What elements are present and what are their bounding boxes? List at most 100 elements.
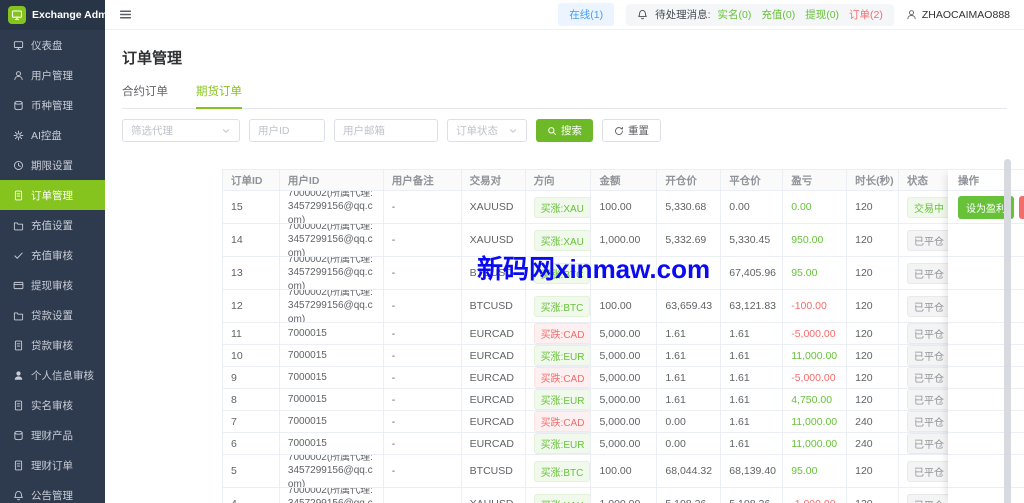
sidebar-item-label: 期限设置 xyxy=(31,159,73,172)
user-menu[interactable]: ZHAOCAIMAO888 xyxy=(906,9,1010,21)
filter-bar: 筛选代理 订单状态 搜索 重置 xyxy=(122,119,1024,142)
cell-amount: 100.00 xyxy=(591,455,658,487)
cell-status: 已平仓 xyxy=(899,455,949,487)
cell-pair: BTCUSD xyxy=(462,290,526,322)
cell-open-price: 5,330.68 xyxy=(657,191,722,223)
cell-close-price: 63,121.83 xyxy=(721,290,784,322)
cell-user-id: 7000015 xyxy=(280,345,384,366)
cell-pair: EURCAD xyxy=(462,323,526,344)
check-icon xyxy=(14,252,23,259)
cell-user-id: 7000002(所属代理:3457299156@qq.com) xyxy=(280,257,384,289)
message-count-recharge[interactable]: 充值(0) xyxy=(761,7,795,22)
order-row: 47000002(所属代理:3457299156@qq.com)-XAUUSD 买… xyxy=(223,488,949,503)
cell-close-price: 1.61 xyxy=(721,345,784,366)
sidebar-item-ai-control[interactable]: AI控盘 xyxy=(0,120,105,150)
sidebar-item-wealth-products[interactable]: 理财产品 xyxy=(0,420,105,450)
order-status-placeholder: 订单状态 xyxy=(456,125,498,137)
direction-badge: 买跌:CAD xyxy=(533,367,591,388)
sidebar-item-recharge-audit[interactable]: 充值审核 xyxy=(0,240,105,270)
sidebar-item-orders[interactable]: 订单管理 xyxy=(0,180,105,210)
operation-cell xyxy=(948,290,1024,323)
sidebar-item-dashboard[interactable]: 仪表盘 xyxy=(0,30,105,60)
folder-icon xyxy=(13,311,24,320)
sidebar-item-coins[interactable]: 币种管理 xyxy=(0,90,105,120)
cell-pnl: 0.00 xyxy=(783,191,848,223)
cell-order-id: 13 xyxy=(223,257,280,289)
online-badge[interactable]: 在线(1) xyxy=(558,3,615,26)
sidebar-item-announcements[interactable]: 公告管理 xyxy=(0,480,105,503)
user-icon xyxy=(14,70,23,80)
cell-amount: 5,000.00 xyxy=(591,367,658,388)
status-badge: 已平仓 xyxy=(907,345,948,366)
set-loss-button[interactable]: 设为亏损 xyxy=(1019,195,1024,219)
cell-user-note: - xyxy=(384,191,462,223)
person-filled-icon xyxy=(14,370,23,380)
topbar-right: 在线(1) 待处理消息: 实名(0) 充值(0) 提现(0) 订单(2) ZHAOCA… xyxy=(558,3,1010,26)
status-badge: 已平仓 xyxy=(907,411,948,432)
cell-user-id: 7000002(所属代理:3457299156@qq.com) xyxy=(280,290,384,322)
sidebar-menu: 仪表盘 用户管理 币种管理 AI控盘期限设置订单管理充值设置 充值审核 提现审核 贷款设置贷… xyxy=(0,30,105,503)
user-email-input[interactable] xyxy=(334,119,438,142)
reset-button-label: 重置 xyxy=(628,125,649,137)
status-badge: 已平仓 xyxy=(907,367,948,388)
search-icon xyxy=(548,126,556,135)
cell-close-price: 1.61 xyxy=(721,433,784,454)
tab-futures-orders[interactable]: 期货订单 xyxy=(196,83,242,109)
cell-user-note: - xyxy=(384,345,462,366)
table-scrollbar[interactable] xyxy=(1004,159,1011,503)
sidebar-item-loan-settings[interactable]: 贷款设置 xyxy=(0,300,105,330)
reset-button[interactable]: 重置 xyxy=(602,119,661,142)
search-button[interactable]: 搜索 xyxy=(536,119,593,142)
cell-pair: EURCAD xyxy=(462,389,526,410)
cell-order-id: 11 xyxy=(223,323,280,344)
sidebar-item-recharge-settings[interactable]: 充值设置 xyxy=(0,210,105,240)
cell-user-id: 7000002(所属代理:3457299156@qq.com) xyxy=(280,488,384,503)
cell-user-note: - xyxy=(384,389,462,410)
cell-status: 已平仓 xyxy=(899,323,949,344)
cell-pnl: 950.00 xyxy=(783,224,848,256)
cell-close-price: 0.00 xyxy=(721,191,784,223)
operation-cell xyxy=(948,455,1024,488)
cell-order-id: 8 xyxy=(223,389,280,410)
direction-badge: 买涨:EUR xyxy=(533,345,591,366)
tab-contract-orders[interactable]: 合约订单 xyxy=(122,83,168,108)
cell-duration: 120 xyxy=(847,367,900,388)
cell-pnl: -5,000.00 xyxy=(783,367,848,388)
order-status-select[interactable]: 订单状态 xyxy=(447,119,527,142)
order-row: 11 7000015- EURCAD 买跌:CAD 5,000.00 1.61 1.61 -5… xyxy=(223,323,949,345)
direction-badge: 买涨:BTC xyxy=(533,460,591,482)
cell-direction: 买涨:EUR xyxy=(526,389,592,410)
sidebar-item-wealth-orders[interactable]: 理财订单 xyxy=(0,450,105,480)
direction-badge: 买涨:EUR xyxy=(533,389,591,410)
sidebar-item-profile-audit[interactable]: 个人信息审核 xyxy=(0,360,105,390)
cell-user-note: - xyxy=(384,323,462,344)
cell-direction: 买跌:CAD xyxy=(526,367,592,388)
sidebar-item-withdraw-audit[interactable]: 提现审核 xyxy=(0,270,105,300)
user-id-input[interactable] xyxy=(249,119,325,142)
cell-duration: 120 xyxy=(847,345,900,366)
cell-duration: 120 xyxy=(847,224,900,256)
cell-order-id: 4 xyxy=(223,488,280,503)
cell-order-id: 9 xyxy=(223,367,280,388)
bell-icon xyxy=(14,490,23,500)
sidebar-item-users[interactable]: 用户管理 xyxy=(0,60,105,90)
agent-filter-select[interactable]: 筛选代理 xyxy=(122,119,240,142)
message-count-realname[interactable]: 实名(0) xyxy=(718,7,752,22)
search-button-label: 搜索 xyxy=(561,125,582,137)
sidebar-item-loan-audit[interactable]: 贷款审核 xyxy=(0,330,105,360)
hamburger-icon[interactable] xyxy=(119,8,132,21)
message-count-order[interactable]: 订单(2) xyxy=(849,7,883,22)
message-count-withdraw[interactable]: 提现(0) xyxy=(805,7,839,22)
cell-close-price-header: 平仓价 xyxy=(721,170,784,190)
main-content: 订单管理 合约订单期货订单 筛选代理 订单状态 搜索 重置 订单ID用 xyxy=(105,30,1024,503)
sidebar-item-label: 订单管理 xyxy=(31,189,73,202)
status-badge: 已平仓 xyxy=(907,229,948,251)
cell-user-note-header: 用户备注 xyxy=(383,170,462,190)
cell-order-id: 12 xyxy=(223,290,280,322)
cell-duration: 120 xyxy=(847,389,900,410)
cell-pair: XAUUSD xyxy=(462,488,526,503)
sidebar-item-realname-audit[interactable]: 实名审核 xyxy=(0,390,105,420)
cell-status: 已平仓 xyxy=(899,224,949,256)
sidebar-item-period-settings[interactable]: 期限设置 xyxy=(0,150,105,180)
cell-open-price: 0.00 xyxy=(657,433,722,454)
